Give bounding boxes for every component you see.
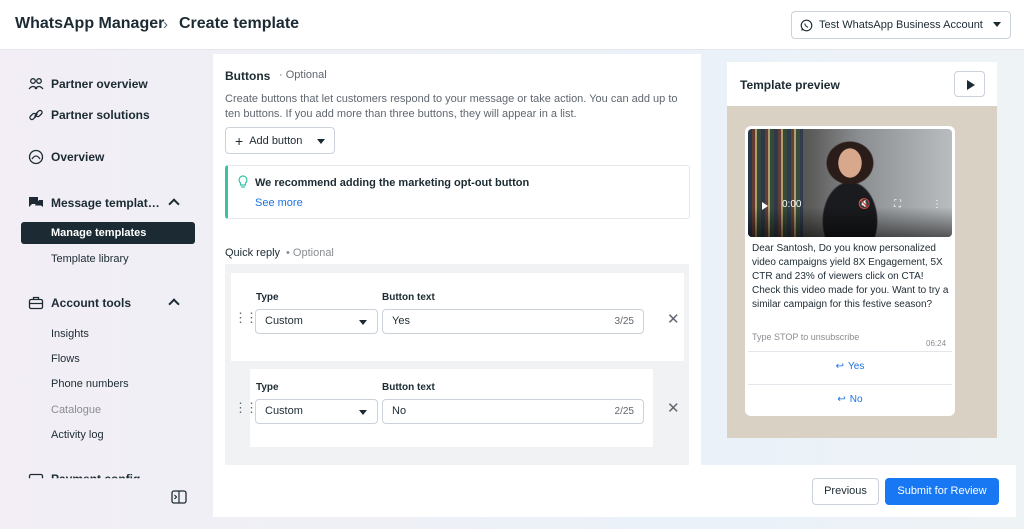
close-icon[interactable]: ✕ (667, 312, 680, 327)
mute-icon[interactable]: 🔇 (858, 199, 870, 210)
buttons-optional-label: · Optional (279, 69, 327, 81)
play-preview-button[interactable] (954, 71, 985, 97)
drag-handle-icon[interactable]: ⋮⋮ (234, 310, 258, 326)
sidebar-item-template-library[interactable]: Template library (51, 253, 129, 265)
people-icon (28, 78, 44, 90)
reply-arrow-icon: ↩ (837, 394, 846, 405)
reply-arrow-icon: ↩ (835, 361, 845, 372)
sidebar-item-activity-log[interactable]: Activity log (51, 429, 104, 441)
more-options-icon[interactable]: ⋮ (932, 199, 942, 210)
sidebar-item-phone-numbers[interactable]: Phone numbers (51, 378, 129, 390)
account-label: Test WhatsApp Business Account (819, 19, 983, 31)
add-button-dropdown[interactable]: + Add button (225, 127, 335, 154)
toolbox-icon (28, 296, 44, 310)
type-select-value: Custom (265, 405, 303, 417)
opt-out-recommendation: We recommend adding the marketing opt-ou… (225, 165, 690, 219)
char-count: 2/25 (614, 406, 634, 417)
button-text-label: Button text (382, 382, 435, 393)
breadcrumb-app[interactable]: WhatsApp Manager (15, 15, 164, 33)
quick-reply-optional-label: • Optional (286, 247, 334, 259)
button-text-value: No (392, 405, 407, 417)
video-controls (748, 207, 952, 237)
sidebar-item-label: Overview (51, 150, 105, 164)
video-player[interactable]: 0:00 🔇 ⛶ ⋮ (748, 129, 952, 237)
button-text-input[interactable]: No 2/25 (382, 399, 644, 424)
quick-reply-preview-no[interactable]: ↩ No (748, 384, 952, 414)
sidebar-item-label: Partner overview (51, 77, 148, 91)
type-select-value: Custom (265, 315, 303, 327)
video-time: 0:00 (782, 199, 802, 210)
sidebar-item-overview[interactable]: Overview (28, 149, 104, 165)
account-selector-button[interactable]: Test WhatsApp Business Account (791, 11, 1011, 39)
play-icon[interactable] (762, 202, 768, 210)
close-icon[interactable]: ✕ (667, 401, 680, 416)
preview-header: Template preview (727, 62, 997, 106)
tip-title: We recommend adding the marketing opt-ou… (255, 177, 530, 189)
sidebar-item-catalogue[interactable]: Catalogue (51, 404, 101, 416)
chevron-up-icon[interactable] (168, 198, 180, 210)
link-icon (29, 109, 43, 121)
char-count: 3/25 (614, 316, 634, 327)
sidebar: Partner overview Partner solutions Overv… (0, 51, 205, 529)
play-icon (967, 80, 975, 90)
sidebar-item-label: Partner solutions (51, 108, 150, 122)
add-button-label: Add button (249, 134, 303, 147)
type-label: Type (256, 292, 279, 303)
message-body: Dear Santosh, Do you know personalized v… (752, 243, 949, 310)
template-preview-panel: Template preview 0:00 🔇 ⛶ ⋮ Dear Santosh… (727, 62, 997, 438)
sidebar-item-label: Account tools (51, 296, 131, 310)
see-more-link[interactable]: See more (255, 197, 303, 209)
message-footer: Type STOP to unsubscribe (752, 332, 860, 342)
quick-reply-row: ⋮⋮ Type Button text Custom Yes 3/25 ✕ (231, 273, 684, 361)
chevron-up-icon[interactable] (168, 298, 180, 310)
sidebar-item-partner-overview[interactable]: Partner overview (28, 76, 148, 92)
gauge-icon (28, 149, 44, 165)
buttons-section-title: Buttons (225, 69, 271, 83)
preview-title: Template preview (740, 78, 840, 92)
action-footer: Previous Submit for Review (213, 465, 1016, 517)
sidebar-item-message-templates[interactable]: Message templat… (28, 195, 160, 211)
sidebar-item-label: Message templat… (51, 196, 160, 210)
quick-reply-row: ⋮⋮ Type Button text Custom No 2/25 ✕ (226, 365, 688, 453)
sidebar-item-label: Payment config (51, 472, 141, 486)
quick-reply-title: Quick reply (225, 247, 281, 259)
sidebar-item-partner-solutions[interactable]: Partner solutions (28, 107, 150, 123)
sidebar-item-flows[interactable]: Flows (51, 353, 80, 365)
caret-down-icon (359, 410, 367, 415)
drag-handle-icon[interactable]: ⋮⋮ (234, 400, 258, 416)
reply-label: No (849, 394, 863, 405)
collapse-sidebar-icon[interactable] (171, 490, 187, 504)
whatsapp-icon (800, 19, 813, 31)
button-text-input[interactable]: Yes 3/25 (382, 309, 644, 334)
chat-bubbles-icon (29, 197, 43, 207)
page-title: Create template (179, 15, 300, 32)
plus-icon: + (235, 132, 244, 149)
message-time: 06:24 (926, 339, 947, 348)
sidebar-item-payment-config[interactable]: Payment config (28, 471, 141, 486)
buttons-description: Create buttons that let customers respon… (225, 93, 678, 120)
submit-for-review-button[interactable]: Submit for Review (885, 478, 999, 505)
lightbulb-icon (238, 175, 248, 188)
sidebar-item-account-tools[interactable]: Account tools (28, 295, 131, 311)
reply-label: Yes (848, 361, 865, 372)
previous-button[interactable]: Previous (812, 478, 879, 505)
payment-icon (28, 473, 44, 479)
caret-down-icon (359, 320, 367, 325)
button-text-value: Yes (392, 315, 410, 327)
quick-reply-preview-yes[interactable]: ↩ Yes (748, 351, 952, 381)
fullscreen-icon[interactable]: ⛶ (894, 199, 901, 210)
button-text-label: Button text (382, 292, 435, 303)
type-label: Type (256, 382, 279, 393)
top-header: WhatsApp Manager › Create template Test … (0, 0, 1024, 50)
caret-down-icon (317, 139, 325, 144)
type-select[interactable]: Custom (255, 399, 378, 424)
sidebar-item-insights[interactable]: Insights (51, 328, 89, 340)
sidebar-item-manage-templates[interactable]: Manage templates (21, 222, 195, 244)
caret-down-icon (993, 22, 1001, 27)
message-bubble: 0:00 🔇 ⛶ ⋮ Dear Santosh, Do you know per… (745, 126, 955, 416)
breadcrumb-chevron-icon: › (163, 16, 168, 33)
type-select[interactable]: Custom (255, 309, 378, 334)
